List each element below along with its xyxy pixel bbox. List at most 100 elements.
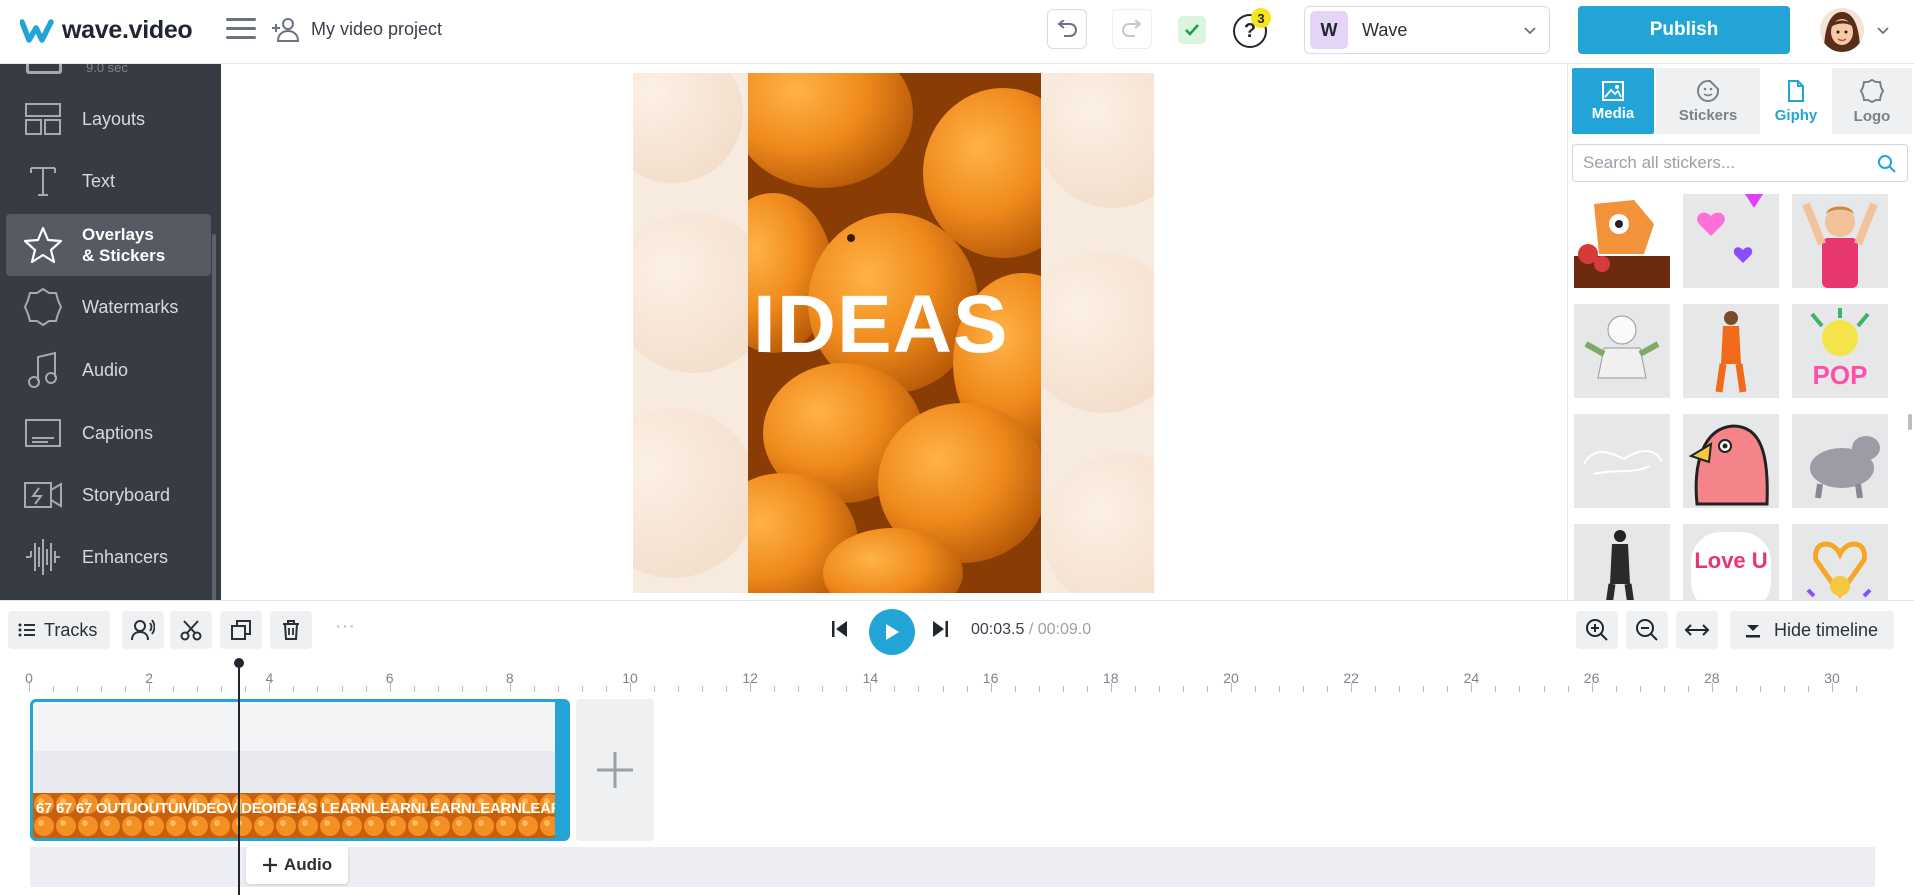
zoom-out-button[interactable] [1626, 611, 1668, 649]
sidebar-item-watermarks[interactable]: Watermarks [6, 276, 211, 338]
watermark-icon [22, 286, 64, 328]
scene-clip[interactable]: 67 67 67 OUTUOUTUIVIDEOVIDEOIDEAS LEARNL… [30, 699, 570, 841]
add-scene-button[interactable] [576, 699, 654, 841]
workspace-select[interactable]: W Wave [1304, 6, 1550, 54]
current-time: 00:03.5 [971, 621, 1025, 638]
voiceover-button[interactable] [122, 611, 164, 649]
duplicate-button[interactable] [220, 611, 262, 649]
sidebar-item-label: Watermarks [82, 296, 179, 317]
logo-text: wave.video [62, 16, 193, 44]
clip-layer [33, 751, 567, 793]
ruler-tick [702, 686, 704, 692]
redo-button[interactable] [1112, 9, 1152, 49]
hide-timeline-label: Hide timeline [1774, 619, 1879, 640]
ruler-tick [149, 683, 151, 692]
sticker-item[interactable] [1574, 194, 1670, 288]
sticker-item[interactable] [1792, 414, 1888, 508]
ruler-tick [1134, 686, 1136, 692]
sticker-item[interactable] [1792, 524, 1888, 600]
ruler-tick [77, 686, 79, 692]
ruler-tick [1735, 686, 1737, 692]
star-icon [22, 224, 64, 266]
tab-stickers[interactable]: Stickers [1656, 68, 1760, 134]
ruler-tick [389, 683, 391, 692]
ruler-tick [918, 686, 920, 692]
ruler-tick [1303, 686, 1305, 692]
plus-icon [262, 858, 277, 872]
zoom-in-button[interactable] [1576, 611, 1618, 649]
ruler-tick [1279, 686, 1281, 692]
ruler-tick [1783, 686, 1785, 692]
sidebar-item-text[interactable]: Text [6, 150, 211, 212]
search-icon[interactable] [1877, 154, 1897, 174]
more-options-icon[interactable]: ··· [330, 611, 360, 649]
menu-icon[interactable] [226, 18, 256, 44]
add-audio-button[interactable]: Audio [246, 846, 348, 884]
tab-logo[interactable]: Logo [1832, 68, 1912, 134]
ruler-tick [269, 683, 271, 692]
publish-button[interactable]: Publish [1578, 6, 1790, 54]
undo-button[interactable] [1047, 9, 1087, 49]
tab-media[interactable]: Media [1572, 68, 1654, 134]
sticker-item[interactable] [1574, 524, 1670, 600]
skip-back-icon[interactable] [830, 618, 850, 640]
ruler-tick [1014, 686, 1016, 692]
ruler-tick [53, 686, 55, 692]
tab-giphy[interactable]: Giphy [1756, 68, 1836, 134]
timeline-ruler[interactable]: 0 2 4 6 8 10 12 14 16 18 20 22 24 26 28 30 [0, 658, 1914, 694]
ruler-tick [1591, 683, 1593, 692]
chevron-down-icon[interactable] [1876, 23, 1890, 37]
sticker-item[interactable]: Love U [1683, 524, 1779, 600]
ruler-tick [750, 683, 752, 692]
ruler-tick [1110, 683, 1112, 692]
sidebar-item-layouts[interactable]: Layouts [6, 88, 211, 150]
sticker-item[interactable] [1683, 194, 1779, 288]
sidebar-item-audio[interactable]: Audio [6, 339, 211, 401]
sidebar: 9.0 sec Layouts Text Overlays & Stickers… [0, 64, 221, 600]
sidebar-scrollbar[interactable] [212, 234, 216, 600]
panel-scrollbar[interactable] [1908, 414, 1912, 430]
delete-button[interactable] [270, 611, 312, 649]
zoom-in-icon [1586, 619, 1608, 641]
duration-text: 9.0 sec [86, 64, 128, 75]
sticker-item[interactable] [1683, 304, 1779, 398]
fit-timeline-button[interactable] [1676, 611, 1718, 649]
timeline-toolbar: Tracks ··· 00:03.5 / 00:09.0 Hide timeli… [0, 600, 1914, 658]
layouts-icon [22, 98, 64, 140]
sidebar-item-overlays-stickers[interactable]: Overlays & Stickers [6, 214, 211, 276]
sticker-item[interactable] [1574, 414, 1670, 508]
search-input[interactable] [1583, 153, 1863, 173]
sticker-item[interactable] [1683, 414, 1779, 508]
sidebar-item-label: Enhancers [82, 546, 169, 567]
arrows-horizontal-icon [1684, 624, 1710, 636]
collapse-icon [1746, 625, 1760, 638]
ruler-tick [245, 686, 247, 692]
ruler-tick [293, 686, 295, 692]
skip-forward-icon[interactable] [930, 618, 950, 640]
playhead[interactable] [238, 662, 241, 895]
ruler-tick [870, 683, 872, 692]
sticker-item[interactable] [1792, 194, 1888, 288]
sticker-item[interactable]: POP [1792, 304, 1888, 398]
ruler-tick [1807, 686, 1809, 692]
sidebar-item-enhancers[interactable]: Enhancers [6, 526, 211, 588]
app-logo[interactable]: wave.video [20, 16, 193, 45]
sidebar-item-captions[interactable]: Captions [6, 402, 211, 464]
sticker-search[interactable] [1572, 144, 1908, 182]
saved-status [1178, 16, 1206, 44]
play-button[interactable] [869, 609, 915, 655]
overlay-text[interactable]: IDEAS [753, 278, 1009, 372]
split-button[interactable] [170, 611, 212, 649]
sticker-item[interactable] [1574, 304, 1670, 398]
user-avatar[interactable] [1820, 8, 1864, 52]
project-name[interactable]: My video project [311, 19, 442, 40]
tab-label: Stickers [1678, 106, 1738, 124]
tracks-button[interactable]: Tracks [8, 611, 110, 649]
hide-timeline-button[interactable]: Hide timeline [1730, 611, 1894, 649]
ruler-tick [1182, 686, 1184, 692]
panel-tabs: Media Stickers Giphy Logo [1568, 64, 1914, 140]
sidebar-item-storyboard[interactable]: Storyboard [6, 464, 211, 526]
add-user-icon[interactable] [270, 15, 300, 45]
clip-resize-handle[interactable] [555, 702, 567, 838]
sidebar-label-line2: & Stickers [82, 246, 166, 265]
